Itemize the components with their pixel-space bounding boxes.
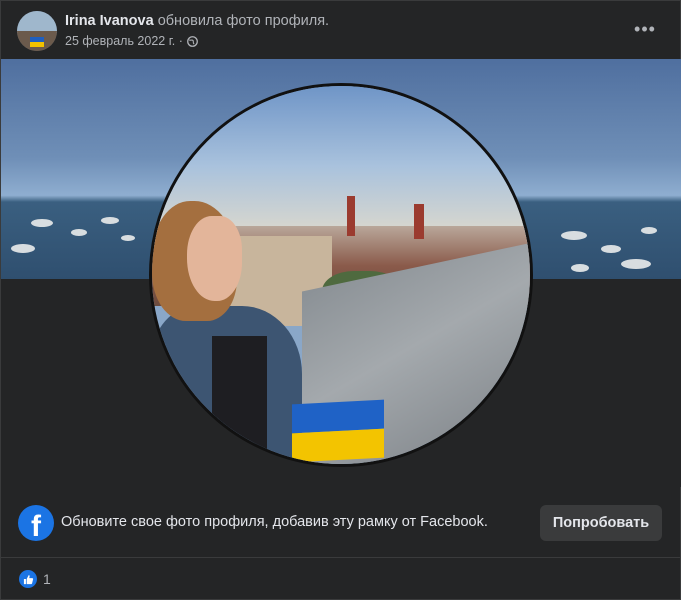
reactions-summary[interactable]: 1 [19, 569, 51, 589]
ukraine-flag-icon [292, 399, 384, 463]
like-icon [19, 570, 37, 588]
like-count[interactable]: 1 [43, 571, 51, 587]
try-frame-button[interactable]: Попробовать [540, 505, 662, 541]
facebook-post: Irina Ivanova обновила фото профиля. 25 … [0, 0, 681, 600]
photo-person-shirt [212, 336, 267, 464]
photo-tower [347, 196, 355, 236]
post-date[interactable]: 25 февраль 2022 г. · [65, 34, 183, 48]
avatar-sky [17, 11, 57, 33]
flag-yellow-stripe [292, 428, 384, 463]
frame-prompt-text: Обновите свое фото профиля, добавив эту … [61, 514, 488, 530]
avatar-flag-yellow [30, 42, 44, 47]
photo-tower [414, 204, 424, 239]
post-action-text: обновила фото профиля. [157, 13, 330, 29]
globe-icon[interactable] [186, 35, 198, 47]
profile-frame-prompt: f Обновите свое фото профиля, добавив эт… [1, 497, 681, 549]
photo-person-face [187, 216, 242, 301]
divider [1, 557, 681, 558]
post-title-line: Irina Ivanova обновила фото профиля. [65, 13, 329, 29]
author-avatar[interactable] [17, 11, 57, 51]
more-options-button[interactable]: ••• [629, 15, 661, 43]
post-header: Irina Ivanova обновила фото профиля. 25 … [1, 1, 681, 59]
facebook-logo-icon: f [18, 505, 54, 541]
post-meta: 25 февраль 2022 г. · [65, 34, 198, 48]
author-name[interactable]: Irina Ivanova [65, 13, 154, 29]
profile-photo[interactable] [149, 83, 533, 467]
profile-photo-area[interactable] [1, 59, 681, 487]
